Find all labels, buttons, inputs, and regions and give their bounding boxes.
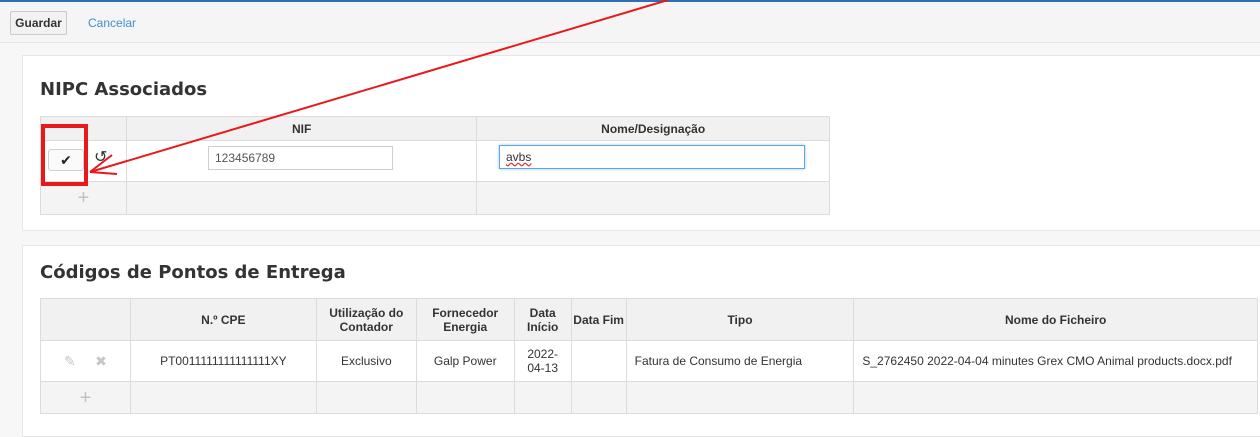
annotation-arrow: [89, 0, 669, 175]
